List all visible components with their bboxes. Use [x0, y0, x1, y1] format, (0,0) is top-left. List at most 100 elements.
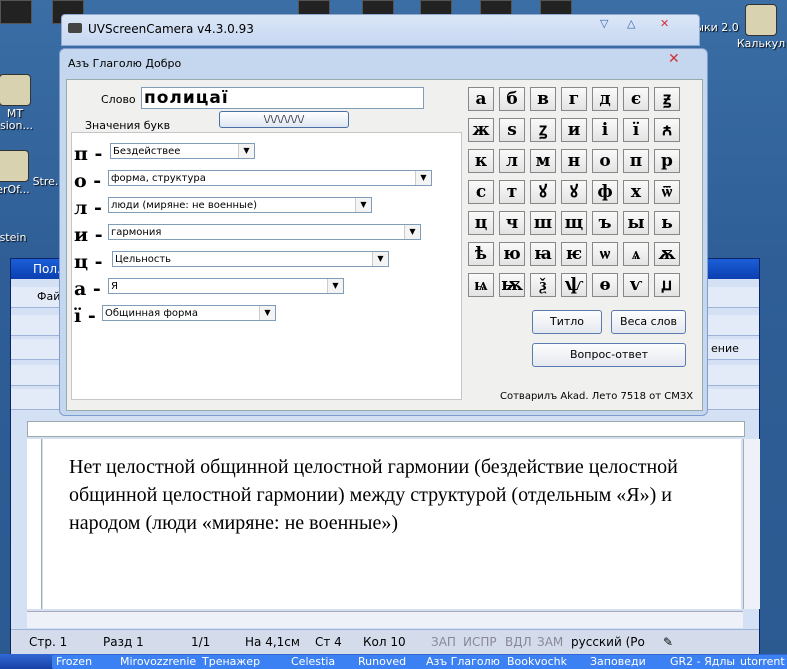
status-trk[interactable]: ИСПР [463, 635, 497, 649]
uvscreencamera-window: UVScreenCamera v4.3.0.93 ▽ △ ✕ [61, 14, 700, 46]
spelling-icon[interactable]: ✎ [663, 635, 673, 649]
status-ovr[interactable]: ЗАМ [537, 635, 563, 649]
taskbar-item[interactable]: Тренажер [198, 655, 290, 669]
maximize-icon[interactable]: △ [627, 17, 635, 30]
letter-key[interactable]: т [499, 180, 525, 204]
letter-key[interactable]: ь [654, 211, 680, 235]
letter-key[interactable]: ꙡ [654, 273, 680, 297]
analyze-button[interactable]: \/\/\/\/\/\/ [219, 111, 349, 128]
horizontal-scrollbar[interactable] [27, 611, 743, 628]
letter-key[interactable]: ж [468, 118, 494, 142]
letter-key[interactable]: г [561, 87, 587, 111]
titlo-button[interactable]: Титло [532, 310, 602, 334]
letter-key[interactable]: ѕ [499, 118, 525, 142]
letter-row-label: и - [74, 224, 103, 246]
status-rec[interactable]: ЗАП [431, 635, 456, 649]
letter-key[interactable]: ѱ [561, 273, 587, 297]
chevron-down-icon: ▼ [355, 198, 371, 212]
letter-key[interactable]: о [592, 149, 618, 173]
vertical-scrollbar[interactable] [743, 439, 760, 609]
letter-key[interactable]: ю [499, 242, 525, 266]
meaning-select[interactable]: гармония ▼ [108, 224, 421, 240]
meaning-select[interactable]: Общинная форма ▼ [102, 305, 276, 321]
letter-key[interactable]: ѫ [654, 242, 680, 266]
letter-key[interactable]: ꙉ [654, 118, 680, 142]
dialog-close-icon[interactable]: ✕ [668, 51, 680, 67]
letter-key[interactable]: к [468, 149, 494, 173]
letter-key[interactable]: ѵ [623, 273, 649, 297]
letter-key[interactable]: ꙋ [530, 180, 556, 204]
letter-key[interactable]: л [499, 149, 525, 173]
letter-key[interactable]: ѧ [623, 242, 649, 266]
meaning-select[interactable]: Бездействее ▼ [110, 143, 255, 159]
letter-key[interactable]: ї [623, 118, 649, 142]
letter-key[interactable]: ы [623, 211, 649, 235]
vertical-ruler[interactable] [27, 439, 42, 609]
letter-meanings-panel: п - Бездействее ▼ о - форма, структура ▼ л… [71, 132, 462, 400]
letter-key[interactable]: б [499, 87, 525, 111]
desktop-icon-1[interactable]: MT ision... [0, 74, 42, 132]
letter-key[interactable]: а [468, 87, 494, 111]
status-language[interactable]: русский (Ро [571, 635, 645, 649]
letter-key[interactable]: ц [468, 211, 494, 235]
taskbar-item[interactable]: Заповеди [586, 655, 668, 669]
dialog-title: Азъ Глаголю Добро [68, 57, 182, 70]
letter-key[interactable]: ꙃ [654, 87, 680, 111]
desktop-top-icon[interactable] [0, 0, 32, 24]
letter-key[interactable]: ѣ [468, 242, 494, 266]
taskbar-item[interactable]: Bookvochk [503, 655, 589, 669]
document-text[interactable]: Нет целостной общинной целостной гармони… [69, 453, 729, 537]
horizontal-ruler[interactable] [27, 421, 745, 437]
taskbar-item[interactable]: utorrent [736, 655, 787, 669]
letter-key[interactable]: в [530, 87, 556, 111]
letter-key[interactable]: ѡ [592, 242, 618, 266]
toolbar-right-label[interactable]: ение [711, 342, 739, 355]
menu-file[interactable]: Фай [37, 290, 60, 303]
taskbar-item[interactable]: Азъ Глаголю [422, 655, 506, 669]
letter-key[interactable]: с [468, 180, 494, 204]
meaning-select[interactable]: люди (миряне: не военные) ▼ [108, 197, 372, 213]
letter-key[interactable]: ѿ [654, 180, 680, 204]
letter-key[interactable]: н [561, 149, 587, 173]
taskbar-item[interactable]: Runoved [354, 655, 426, 669]
letter-key[interactable]: ъ [592, 211, 618, 235]
meaning-select[interactable]: форма, структура ▼ [108, 170, 432, 186]
taskbar-item[interactable]: Frozen [52, 655, 120, 669]
letter-key[interactable]: и [561, 118, 587, 142]
letter-key[interactable]: ꙋ [561, 180, 587, 204]
letter-key[interactable]: ѳ [592, 273, 618, 297]
letter-key[interactable]: щ [561, 211, 587, 235]
letter-key[interactable]: ф [592, 180, 618, 204]
qa-button[interactable]: Вопрос-ответ [532, 343, 686, 367]
meaning-select[interactable]: Я ▼ [108, 278, 344, 294]
word-weights-button[interactable]: Веса слов [611, 310, 686, 334]
desktop-icon-4[interactable]: stein [0, 232, 40, 244]
meaning-select[interactable]: Цельность ▼ [112, 251, 389, 267]
taskbar-item[interactable]: Mirovozzrenie [116, 655, 202, 669]
taskbar-item[interactable]: GR2 - Ядлык [666, 655, 740, 669]
minimize-icon[interactable]: ▽ [600, 17, 608, 30]
letter-key[interactable]: п [623, 149, 649, 173]
taskbar-item[interactable]: Celestia [287, 655, 357, 669]
document-page[interactable]: Нет целостной общинной целостной гармони… [43, 439, 741, 609]
calculator-icon [745, 4, 777, 36]
letter-key[interactable]: м [530, 149, 556, 173]
desktop-icon-2[interactable]: erOf... [0, 150, 40, 196]
word-input[interactable]: полицаї [141, 87, 424, 109]
letter-key[interactable]: х [623, 180, 649, 204]
letter-key[interactable]: ѩ [468, 273, 494, 297]
close-icon[interactable]: ✕ [660, 17, 669, 30]
letter-key[interactable]: д [592, 87, 618, 111]
status-ext[interactable]: ВДЛ [505, 635, 532, 649]
letter-key[interactable]: ꙁ [530, 118, 556, 142]
letter-key[interactable]: ч [499, 211, 525, 235]
letter-key[interactable]: є [623, 87, 649, 111]
letter-key[interactable]: ѥ [561, 242, 587, 266]
letter-key[interactable]: ѯ [530, 273, 556, 297]
letter-key[interactable]: ш [530, 211, 556, 235]
letter-key[interactable]: ѭ [499, 273, 525, 297]
letter-key[interactable]: р [654, 149, 680, 173]
letter-key[interactable]: ꙗ [530, 242, 556, 266]
letter-key[interactable]: і [592, 118, 618, 142]
letter-row-label: п - [74, 143, 103, 165]
